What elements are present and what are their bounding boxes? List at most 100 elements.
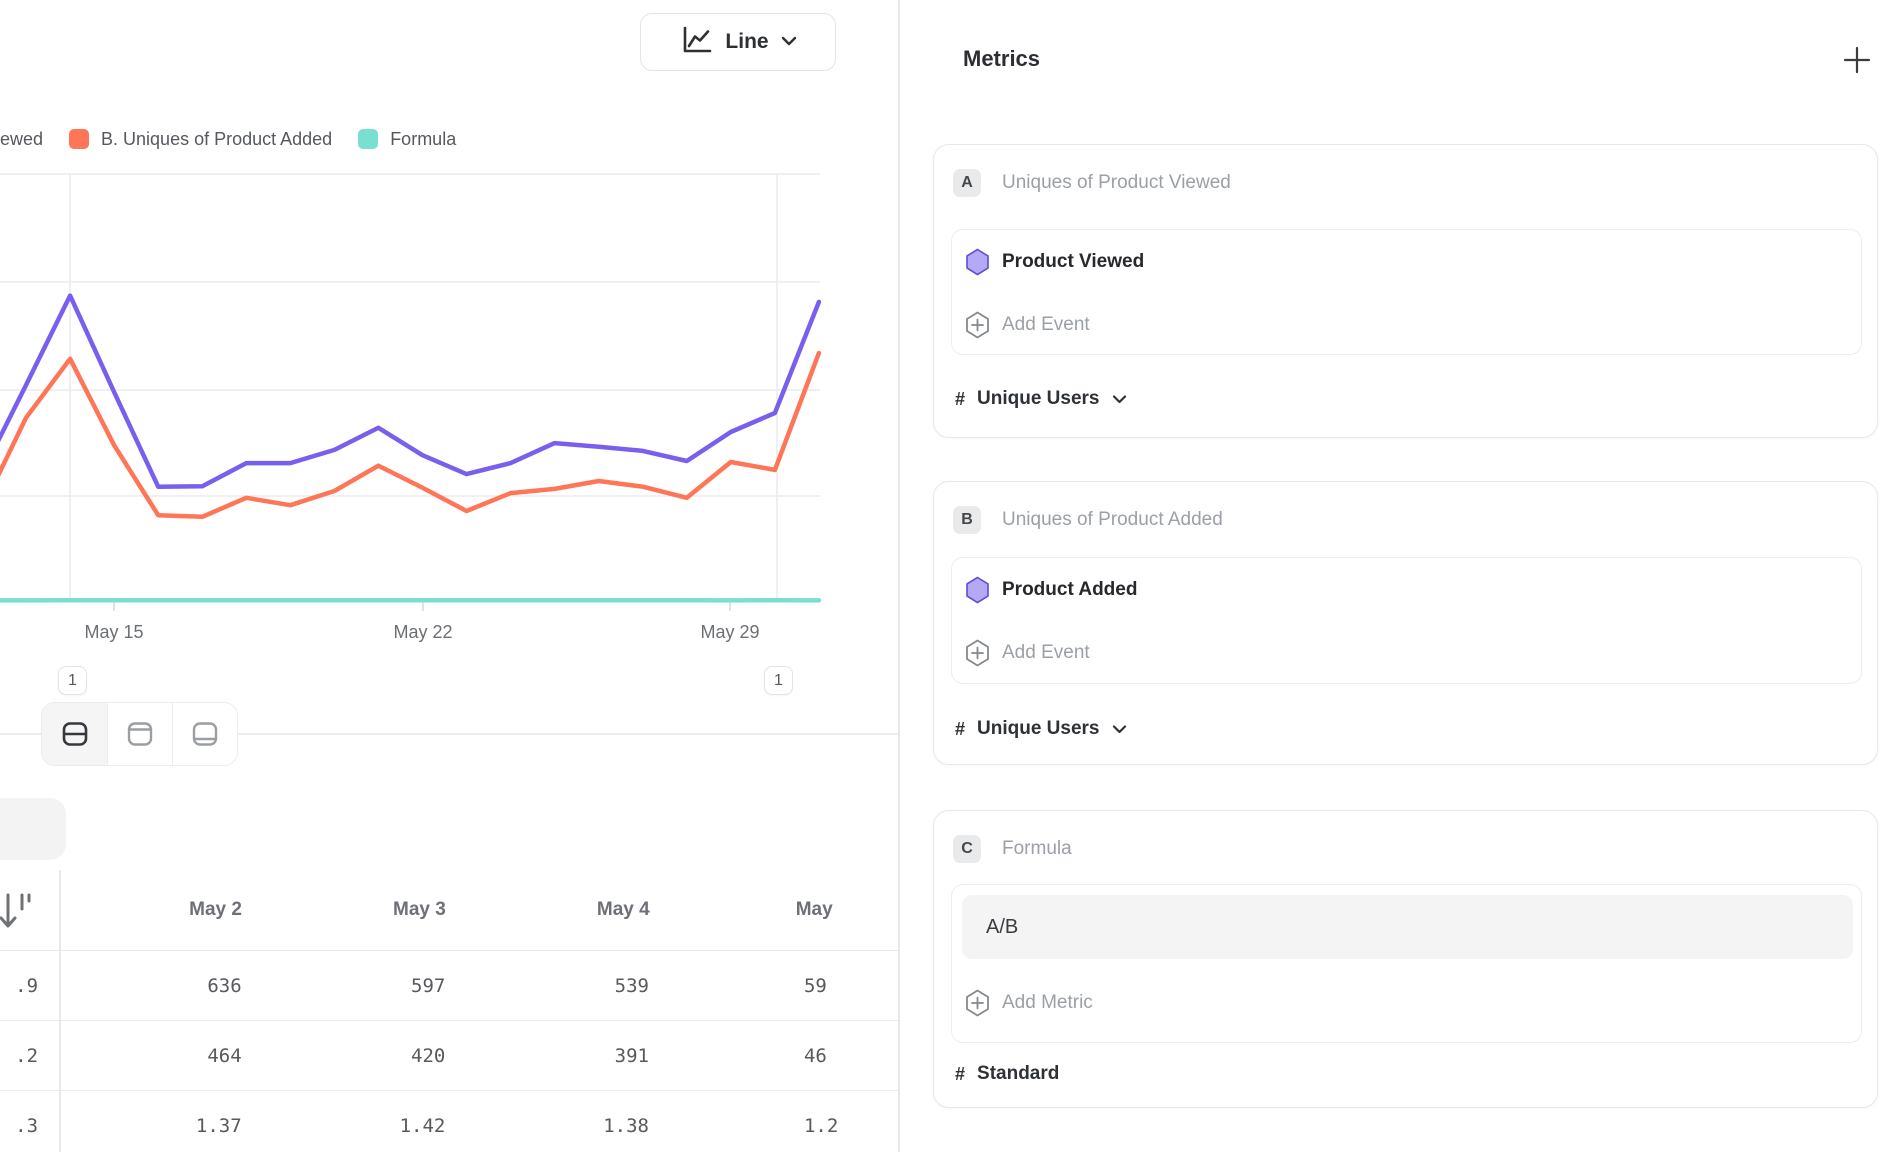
layout-table-only-button[interactable] [172, 703, 237, 765]
table-cell: 539 [462, 951, 666, 1020]
hash-icon: # [955, 389, 965, 410]
legend-item-formula-label: Formula [390, 129, 456, 150]
x-tick-label: May 22 [393, 622, 452, 643]
formula-input[interactable]: A/B [962, 895, 1853, 959]
legend-swatch-formula [358, 129, 378, 149]
line-chart-icon [679, 23, 713, 62]
legend-item-b[interactable]: B. Uniques of Product Added [69, 129, 332, 150]
chart-type-label: Line [725, 30, 768, 54]
frozen-column-border [59, 870, 61, 1152]
event-row-product-viewed[interactable]: Product Viewed [952, 230, 1861, 293]
formula-type-selector[interactable]: # Standard [955, 1059, 1059, 1089]
sort-descending-icon[interactable] [0, 889, 32, 939]
table-cell: 597 [259, 951, 463, 1020]
metric-card-b: B Uniques of Product Added Product Added… [933, 481, 1878, 765]
event-name: Product Viewed [1002, 251, 1144, 273]
event-hexagon-icon [965, 576, 990, 604]
table-cell: 1.38 [462, 1091, 666, 1152]
measure-selector[interactable]: # Unique Users [955, 384, 1127, 414]
metric-card-c: C Formula A/B Add Metric # Standard [933, 810, 1878, 1108]
chart-gridlines [0, 174, 820, 602]
x-tick-label: May 29 [700, 622, 759, 643]
table-body: .963659753959.246442039146.31.371.421.38… [0, 951, 898, 1152]
metric-card-label: Formula [1002, 835, 1072, 863]
legend-item-formula[interactable]: Formula [358, 129, 456, 150]
table-tab-chip[interactable] [0, 798, 66, 860]
layout-split-view-button[interactable] [42, 703, 107, 765]
add-metric-label: Add Metric [1002, 992, 1093, 1014]
chevron-down-icon [1112, 395, 1127, 404]
measure-label: Unique Users [977, 388, 1099, 410]
table-cell: .9 [0, 951, 55, 1020]
chart-only-icon [122, 716, 158, 752]
table-cell: 59 [666, 951, 898, 1020]
legend-item-a[interactable]: ewed [0, 129, 43, 150]
measure-label: Unique Users [977, 718, 1099, 740]
event-list-box: Product Added Add Event [951, 557, 1862, 684]
table-cell: 391 [462, 1021, 666, 1090]
hexagon-plus-icon [965, 311, 990, 339]
table-header-cell[interactable]: May 4 [463, 870, 667, 950]
event-name: Product Added [1002, 579, 1137, 601]
table-only-icon [187, 716, 223, 752]
metric-badge: C [953, 835, 981, 863]
table-header-cell[interactable]: May 3 [259, 870, 463, 950]
table-cell: 420 [259, 1021, 463, 1090]
chart-series-lines [0, 296, 819, 601]
chart-section: Line ewed B. Uniques of Product Added Fo… [0, 0, 898, 1152]
annotation-marker[interactable]: 1 [58, 666, 87, 695]
layout-toggle-group [41, 702, 238, 766]
add-event-label: Add Event [1002, 314, 1090, 336]
metric-card-label: Uniques of Product Viewed [1002, 169, 1231, 197]
table-cell: 636 [55, 951, 259, 1020]
metric-card-a: A Uniques of Product Viewed Product View… [933, 144, 1878, 438]
breakdown-table: May 2May 3May 4May .963659753959.2464420… [0, 870, 898, 1152]
event-hexagon-icon [965, 248, 990, 276]
table-header-cell[interactable]: May 2 [55, 870, 259, 950]
layout-chart-only-button[interactable] [107, 703, 172, 765]
table-row: .963659753959 [0, 951, 898, 1021]
table-cell: 46 [666, 1021, 898, 1090]
table-header-cell[interactable] [0, 870, 55, 950]
table-cell: .3 [0, 1091, 55, 1152]
add-event-row[interactable]: Add Event [952, 621, 1861, 684]
split-view-icon [57, 716, 93, 752]
chart-legend: ewed B. Uniques of Product Added Formula [0, 126, 456, 152]
line-chart [0, 170, 898, 614]
legend-item-a-label: ewed [0, 129, 43, 150]
plus-icon [1842, 45, 1872, 75]
metric-badge: B [953, 506, 981, 534]
x-tick-label: May 15 [84, 622, 143, 643]
table-cell: 1.2 [666, 1091, 898, 1152]
table-cell: .2 [0, 1021, 55, 1090]
hexagon-plus-icon [965, 639, 990, 667]
measure-selector[interactable]: # Unique Users [955, 714, 1127, 744]
hash-icon: # [955, 719, 965, 740]
table-row: .246442039146 [0, 1021, 898, 1091]
table-header-row: May 2May 3May 4May [0, 870, 898, 951]
insights-report: Line ewed B. Uniques of Product Added Fo… [0, 0, 1898, 1152]
hash-icon: # [955, 1064, 965, 1085]
metrics-panel-title: Metrics [963, 46, 1040, 72]
event-list-box: Product Viewed Add Event [951, 229, 1862, 355]
table-cell: 1.42 [259, 1091, 463, 1152]
legend-swatch-b [69, 129, 89, 149]
table-cell: 464 [55, 1021, 259, 1090]
series-line [0, 353, 819, 517]
chevron-down-icon [781, 33, 797, 51]
annotation-marker[interactable]: 1 [764, 666, 793, 695]
metric-badge: A [953, 169, 981, 197]
measure-label: Standard [977, 1063, 1059, 1085]
chevron-down-icon [1112, 725, 1127, 734]
add-event-label: Add Event [1002, 642, 1090, 664]
event-row-product-added[interactable]: Product Added [952, 558, 1861, 621]
add-event-row[interactable]: Add Event [952, 293, 1861, 356]
formula-box: A/B Add Metric [951, 884, 1862, 1043]
table-header-cell[interactable]: May [667, 870, 898, 950]
add-metric-plus-button[interactable] [1842, 45, 1872, 80]
table-cell: 1.37 [55, 1091, 259, 1152]
add-metric-row[interactable]: Add Metric [952, 971, 1861, 1034]
chart-type-button[interactable]: Line [640, 13, 836, 71]
legend-item-b-label: B. Uniques of Product Added [101, 129, 332, 150]
metric-card-label: Uniques of Product Added [1002, 506, 1223, 534]
